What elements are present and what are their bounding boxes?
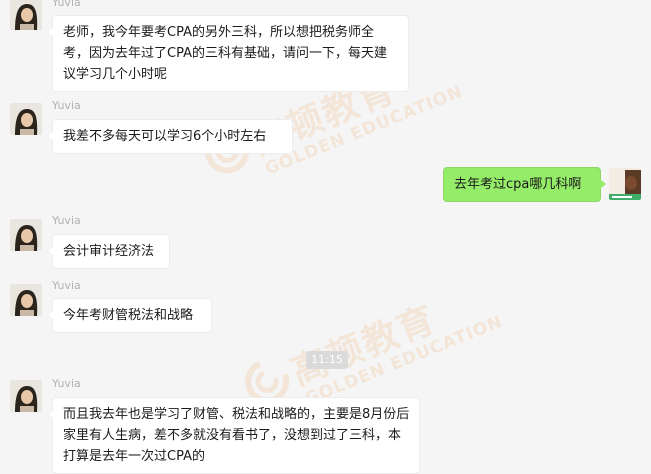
timestamp: 11:15 <box>306 351 348 369</box>
avatar-icon[interactable] <box>10 103 42 135</box>
sender-name: Yuvia <box>52 99 81 112</box>
message-bubble[interactable]: 会计审计经济法 <box>47 234 170 269</box>
message-bubble[interactable]: 而且我去年也是学习了财管、税法和战略的，主要是8月份后家里有人生病，差不多就没有… <box>47 397 420 474</box>
avatar-icon[interactable] <box>10 219 42 251</box>
avatar-icon[interactable] <box>10 380 42 412</box>
message-bubble[interactable]: 老师，我今年要考CPA的另外三科，所以想把税务师全考，因为去年过了CPA的三科有… <box>47 15 409 92</box>
message-bubble[interactable]: 我差不多每天可以学习6个小时左右 <box>47 119 293 154</box>
avatar-icon[interactable] <box>10 0 42 30</box>
message-bubble-outgoing[interactable]: 去年考过cpa哪几科啊 <box>443 167 606 202</box>
avatar-icon[interactable] <box>609 168 641 200</box>
avatar-icon[interactable] <box>10 284 42 316</box>
sender-name: Yuvia <box>52 279 81 292</box>
sender-name: Yuvia <box>52 0 81 9</box>
message-bubble[interactable]: 今年考财管税法和战略 <box>47 298 212 333</box>
sender-name: Yuvia <box>52 214 81 227</box>
watermark-text: 高顿教育 <box>285 298 443 394</box>
chat-window: 高顿教育 GOLDEN EDUCATION 高顿教育 GOLDEN EDUCAT… <box>0 0 651 474</box>
sender-name: Yuvia <box>52 377 81 390</box>
